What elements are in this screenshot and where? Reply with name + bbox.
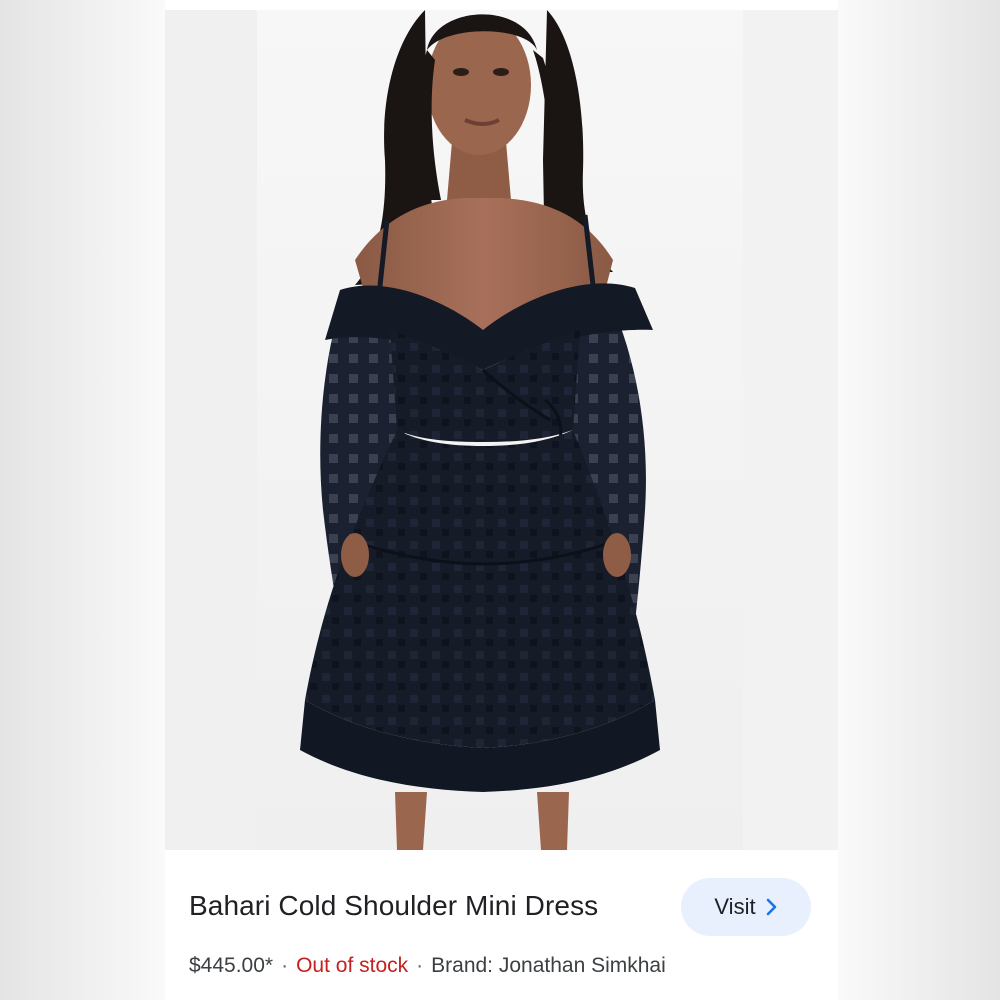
background-left	[0, 0, 165, 1000]
product-image[interactable]	[165, 10, 838, 850]
visit-label: Visit	[714, 894, 756, 919]
stock-status: Out of stock	[296, 954, 409, 977]
product-info: Bahari Cold Shoulder Mini Dress Visit $4…	[165, 850, 838, 1000]
chevron-right-icon	[766, 898, 776, 916]
product-card[interactable]: Bahari Cold Shoulder Mini Dress Visit $4…	[165, 0, 838, 1000]
visit-button[interactable]: Visit	[681, 878, 811, 936]
brand: Brand: Jonathan Simkhai	[431, 954, 666, 977]
separator: ·	[281, 954, 289, 977]
separator: ·	[416, 954, 424, 977]
background-right	[838, 0, 1000, 1000]
product-meta: $445.00* · Out of stock · Brand: Jonathan Si…	[189, 954, 666, 978]
product-title[interactable]: Bahari Cold Shoulder Mini Dress	[189, 890, 598, 922]
price: $445.00*	[189, 954, 274, 977]
